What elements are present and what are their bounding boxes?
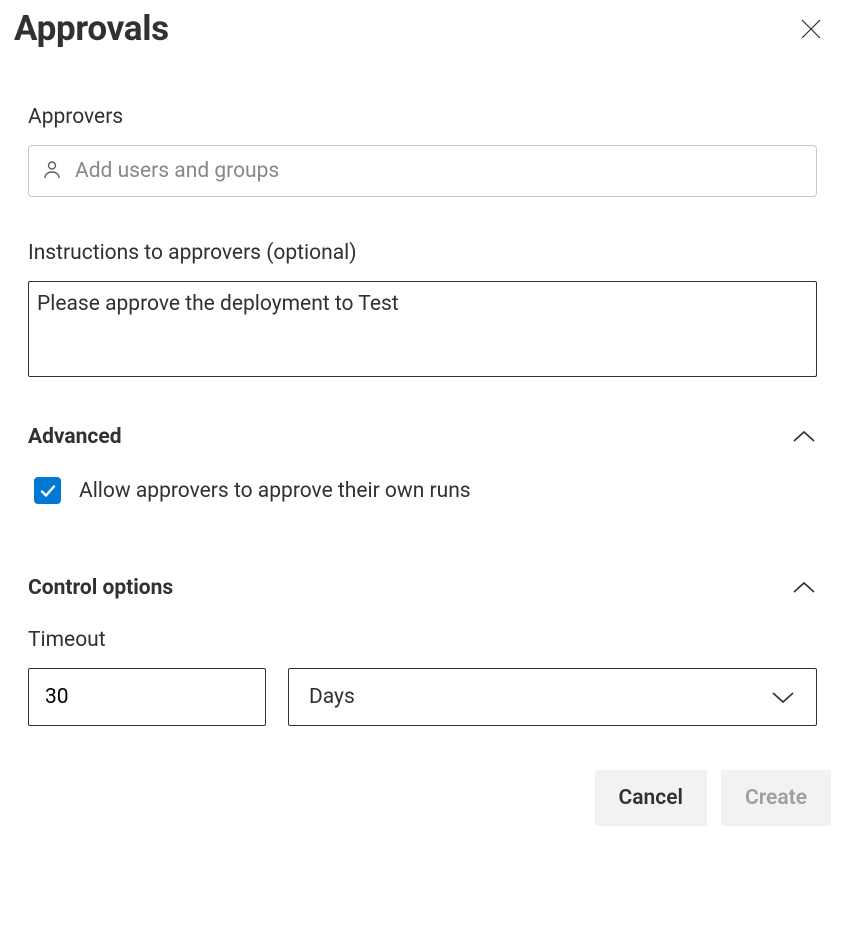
close-icon (800, 18, 822, 40)
dialog-title: Approvals (14, 8, 169, 49)
timeout-label: Timeout (28, 628, 817, 652)
allow-own-runs-checkbox[interactable] (34, 477, 61, 504)
approvers-input-wrapper[interactable] (28, 145, 817, 197)
advanced-body: Allow approvers to approve their own run… (28, 477, 817, 504)
approvers-label: Approvers (28, 105, 817, 129)
control-options-body: Timeout Days (28, 628, 817, 726)
instructions-field: Instructions to approvers (optional) (14, 241, 831, 381)
control-options-section: Control options Timeout Days (14, 576, 831, 726)
advanced-header[interactable]: Advanced (28, 425, 817, 449)
allow-own-runs-row[interactable]: Allow approvers to approve their own run… (28, 477, 817, 504)
close-button[interactable] (791, 9, 831, 49)
instructions-label: Instructions to approvers (optional) (28, 241, 817, 265)
person-icon (43, 160, 61, 182)
check-icon (39, 482, 57, 500)
timeout-value-input[interactable] (28, 668, 266, 726)
cancel-button[interactable]: Cancel (595, 770, 707, 826)
control-options-header[interactable]: Control options (28, 576, 817, 600)
allow-own-runs-label: Allow approvers to approve their own run… (79, 479, 471, 503)
timeout-row: Days (28, 668, 817, 726)
approvers-field: Approvers (14, 105, 831, 197)
chevron-up-icon (791, 580, 817, 596)
control-options-title: Control options (28, 576, 173, 600)
timeout-unit-value: Days (309, 685, 355, 709)
timeout-unit-select[interactable]: Days (288, 668, 817, 726)
create-button[interactable]: Create (721, 770, 831, 826)
advanced-section: Advanced Allow approvers to approve thei… (14, 425, 831, 504)
approvers-input[interactable] (75, 159, 802, 183)
dialog-footer: Cancel Create (14, 770, 831, 826)
dialog-header: Approvals (14, 8, 831, 49)
chevron-up-icon (791, 429, 817, 445)
instructions-textarea[interactable] (28, 281, 817, 377)
chevron-down-icon (770, 689, 796, 705)
advanced-title: Advanced (28, 425, 122, 449)
